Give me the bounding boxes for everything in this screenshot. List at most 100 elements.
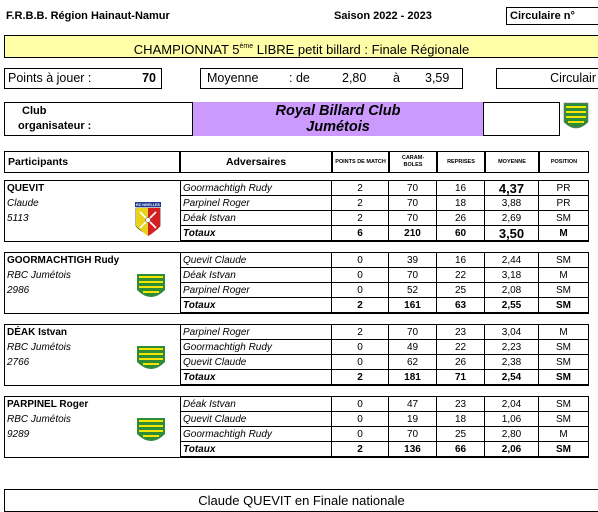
- cell-pts: 0: [332, 412, 389, 427]
- cell-moy: 2,08: [485, 283, 539, 298]
- cell-moy: 2,44: [485, 253, 539, 268]
- player-club: RBC Jumétois: [7, 414, 71, 425]
- cell-car: 19: [389, 412, 437, 427]
- average-max-value: 3,59: [425, 71, 450, 85]
- cell-rep: 71: [437, 370, 485, 385]
- cell-pts: 2: [332, 370, 389, 385]
- player-club: RBC Jumétois: [7, 342, 71, 353]
- average-to-label: à: [393, 71, 400, 85]
- cell-rep: 16: [437, 253, 485, 268]
- cell-car: 70: [389, 268, 437, 283]
- cell-moy: 2,80: [485, 427, 539, 442]
- cell-rep: 66: [437, 442, 485, 457]
- club-flag-icon: [137, 346, 165, 381]
- cell-pts: 2: [332, 442, 389, 457]
- footer-result: Claude QUEVIT en Finale nationale: [4, 489, 598, 512]
- club-name-line1: Royal Billard Club: [275, 103, 401, 119]
- cell-pos: SM: [539, 412, 589, 427]
- cell-opp: Déak Istvan: [180, 211, 332, 226]
- circular-label-2: Circulair: [496, 68, 598, 89]
- club-flag-logo: [563, 102, 589, 139]
- cell-opp: Quevit Claude: [180, 355, 332, 370]
- col-reprises: REPRISES: [437, 151, 485, 173]
- cell-car: 161: [389, 298, 437, 313]
- cell-moy: 2,55: [485, 298, 539, 313]
- cell-moy: 2,06: [485, 442, 539, 457]
- player-licence-number: 9289: [7, 429, 30, 440]
- cell-moy: 3,88: [485, 196, 539, 211]
- cell-opp: Goormachtigh Rudy: [180, 427, 332, 442]
- cell-pts: 0: [332, 397, 389, 412]
- cell-moy: 3,04: [485, 325, 539, 340]
- club-name-line2: Jumétois: [306, 119, 370, 135]
- cell-car: 70: [389, 196, 437, 211]
- player-licence-number: 2766: [7, 357, 30, 368]
- player-licence-number: 2986: [7, 285, 30, 296]
- cell-opp: Parpinel Roger: [180, 196, 332, 211]
- cell-opp: Parpinel Roger: [180, 325, 332, 340]
- club-shield-icon: RC NIVELLES: [135, 202, 161, 245]
- cell-pts: 0: [332, 355, 389, 370]
- cell-car: 70: [389, 427, 437, 442]
- cell-moy: 1,06: [485, 412, 539, 427]
- col-caramboles: CARAM-BOLES: [389, 151, 437, 173]
- cell-car: 47: [389, 397, 437, 412]
- club-flag-icon: [563, 102, 589, 129]
- cell-rep: 25: [437, 427, 485, 442]
- points-value: 70: [142, 71, 156, 85]
- cell-totals-label: Totaux: [180, 370, 332, 385]
- cell-rep: 26: [437, 211, 485, 226]
- cell-pts: 2: [332, 211, 389, 226]
- cell-pts: 2: [332, 325, 389, 340]
- club-badge-text: RC NIVELLES: [136, 203, 160, 207]
- cell-rep: 22: [437, 268, 485, 283]
- club-label-line1: Club: [22, 105, 47, 117]
- cell-pts: 2: [332, 298, 389, 313]
- cell-pos: SM: [539, 211, 589, 226]
- club-label-line2: organisateur :: [18, 120, 92, 132]
- banner-title-pre: CHAMPIONNAT 5: [133, 42, 240, 57]
- cell-pos: PR: [539, 196, 589, 211]
- cell-opp: Déak Istvan: [180, 268, 332, 283]
- club-name: Royal Billard Club Jumétois: [192, 102, 484, 136]
- cell-pos: M: [539, 427, 589, 442]
- cell-totals-label: Totaux: [180, 442, 332, 457]
- cell-opp: Parpinel Roger: [180, 283, 332, 298]
- player-name: PARPINEL Roger: [7, 399, 89, 410]
- cell-car: 39: [389, 253, 437, 268]
- championship-banner: CHAMPIONNAT 5ème LIBRE petit billard : F…: [4, 35, 598, 58]
- cell-rep: 63: [437, 298, 485, 313]
- circular-label: Circulaire n°: [506, 7, 598, 25]
- player-licence-number: 5113: [7, 213, 29, 224]
- col-match-points: POINTS DE MATCH: [332, 151, 389, 173]
- points-label: Points à jouer :: [8, 71, 92, 85]
- player-name: QUEVIT: [7, 183, 45, 194]
- cell-rep: 60: [437, 226, 485, 241]
- cell-pts: 0: [332, 340, 389, 355]
- average-min-value: 2,80: [342, 71, 367, 85]
- cell-opp: Goormachtigh Rudy: [180, 340, 332, 355]
- club-organizer-label: Club organisateur :: [18, 104, 91, 134]
- cell-pts: 6: [332, 226, 389, 241]
- cell-pos: SM: [539, 355, 589, 370]
- cell-rep: 18: [437, 412, 485, 427]
- cell-car: 52: [389, 283, 437, 298]
- cell-car: 70: [389, 181, 437, 196]
- cell-pos: SM: [539, 397, 589, 412]
- season-label: Saison 2022 - 2023: [334, 10, 432, 22]
- cell-pos: SM: [539, 298, 589, 313]
- cell-car: 49: [389, 340, 437, 355]
- cell-car: 62: [389, 355, 437, 370]
- cell-pts: 0: [332, 283, 389, 298]
- club-flag-icon: [137, 418, 165, 453]
- club-flag-icon: [137, 274, 165, 309]
- cell-pos: SM: [539, 442, 589, 457]
- average-from-label: : de: [289, 71, 310, 85]
- player-name: DÉAK Istvan: [7, 327, 68, 338]
- cell-rep: 22: [437, 340, 485, 355]
- cell-car: 181: [389, 370, 437, 385]
- cell-rep: 25: [437, 283, 485, 298]
- cell-moy: 2,23: [485, 340, 539, 355]
- cell-totals-label: Totaux: [180, 298, 332, 313]
- cell-moy: 2,69: [485, 211, 539, 226]
